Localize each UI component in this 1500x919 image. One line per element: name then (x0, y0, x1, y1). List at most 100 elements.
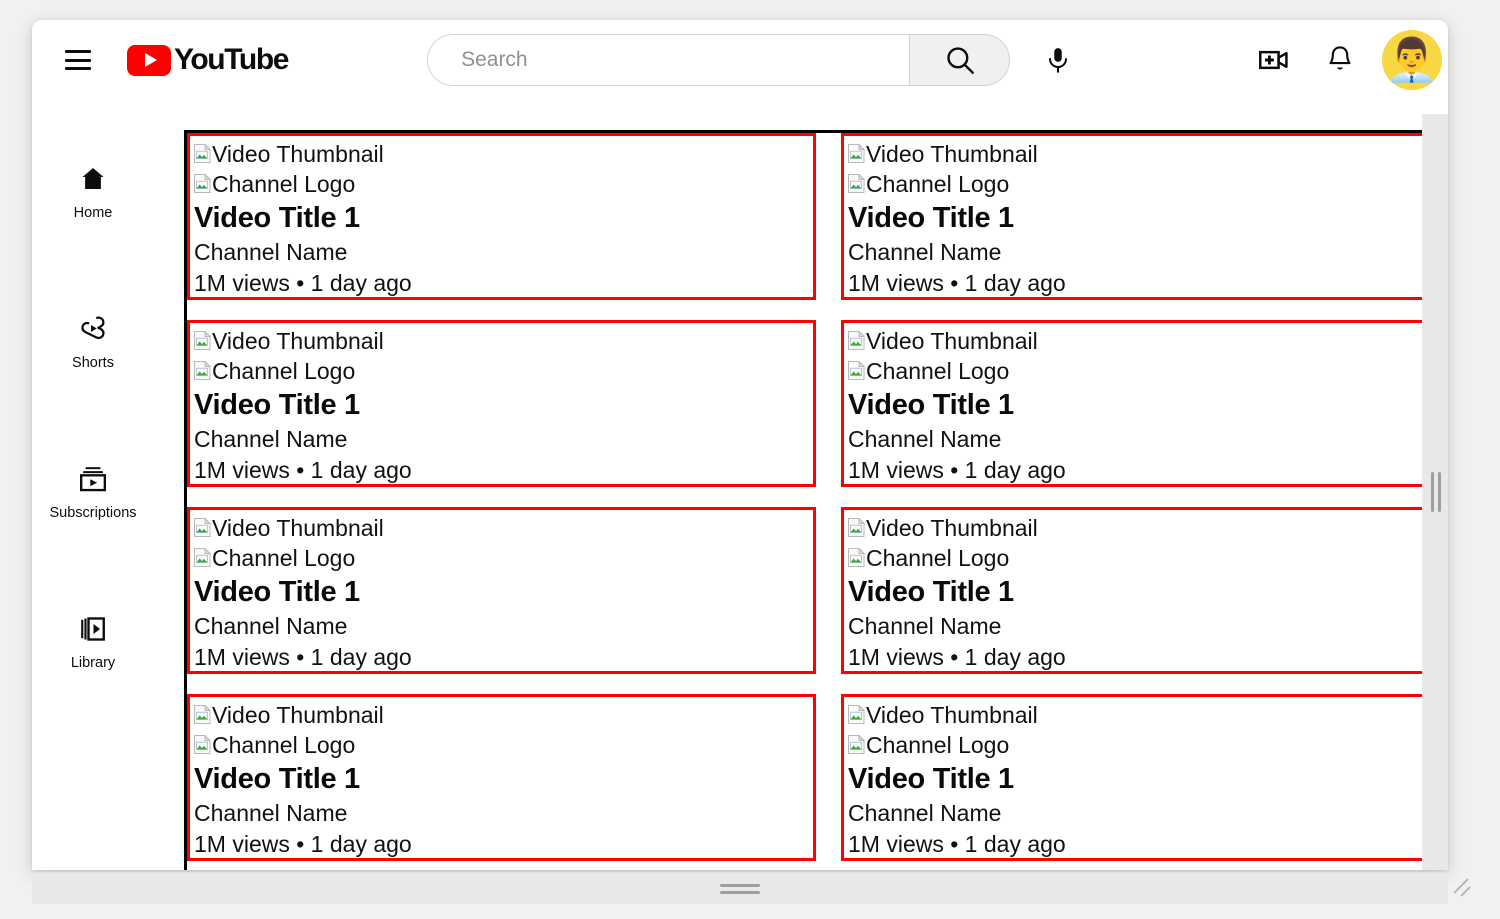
broken-image-icon (194, 518, 211, 537)
avatar[interactable]: 👨‍💼 (1382, 30, 1443, 90)
youtube-logo[interactable]: YouTube (127, 43, 289, 77)
grip-line (720, 890, 760, 894)
video-card[interactable]: Video Thumbnail Channel Logo Video Title… (187, 507, 816, 674)
video-title[interactable]: Video Title 1 (848, 761, 1448, 798)
video-card[interactable]: Video Thumbnail Channel Logo Video Title… (841, 694, 1448, 861)
search-input[interactable] (459, 47, 880, 73)
channel-logo-placeholder: Channel Logo (848, 356, 1448, 386)
channel-name[interactable]: Channel Name (194, 798, 809, 829)
channel-name[interactable]: Channel Name (848, 798, 1448, 829)
vertical-scrollbar[interactable] (1422, 114, 1448, 870)
broken-image-icon (848, 705, 865, 724)
channel-logo-alt-text: Channel Logo (212, 358, 356, 384)
search-bar (427, 34, 1011, 86)
search-icon (946, 47, 974, 74)
channel-name[interactable]: Channel Name (848, 237, 1448, 268)
video-meta: 1M views • 1 day ago (848, 644, 1066, 670)
video-card[interactable]: Video Thumbnail Channel Logo Video Title… (187, 694, 816, 861)
youtube-logo-text: YouTube (174, 43, 289, 76)
broken-image-icon (194, 361, 211, 380)
broken-image-icon (848, 548, 865, 567)
channel-name[interactable]: Channel Name (848, 424, 1448, 455)
browser-window: YouTube (32, 20, 1448, 870)
sidebar-item-label: Library (70, 655, 116, 671)
scrollbar-grip (720, 883, 760, 894)
sidebar-item-subscriptions[interactable]: Subscriptions (32, 462, 154, 534)
video-thumbnail-placeholder: Video Thumbnail (194, 139, 809, 169)
youtube-play-icon (127, 44, 171, 76)
sidebar-item-home[interactable]: Home (32, 162, 154, 234)
channel-logo-alt-text: Channel Logo (866, 732, 1010, 758)
thumbnail-alt-text: Video Thumbnail (866, 702, 1038, 728)
channel-name[interactable]: Channel Name (194, 237, 809, 268)
grip-line (1430, 472, 1434, 512)
channel-logo-placeholder: Channel Logo (848, 543, 1448, 573)
resize-grip[interactable] (1452, 874, 1480, 902)
channel-logo-alt-text: Channel Logo (212, 171, 356, 197)
channel-logo-alt-text: Channel Logo (866, 545, 1010, 571)
video-title[interactable]: Video Title 1 (848, 574, 1448, 611)
video-title[interactable]: Video Title 1 (194, 387, 809, 424)
video-thumbnail-placeholder: Video Thumbnail (848, 513, 1448, 543)
subscriptions-icon (77, 462, 109, 496)
broken-image-icon (194, 705, 211, 724)
broken-image-icon (848, 735, 865, 754)
grip-line (720, 883, 760, 887)
video-grid: Video Thumbnail Channel Logo Video Title… (187, 133, 1448, 861)
thumbnail-alt-text: Video Thumbnail (212, 328, 384, 354)
channel-name[interactable]: Channel Name (848, 611, 1448, 642)
voice-search-button[interactable] (1036, 38, 1080, 82)
video-card[interactable]: Video Thumbnail Channel Logo Video Title… (841, 133, 1448, 300)
video-title[interactable]: Video Title 1 (194, 761, 809, 798)
video-meta: 1M views • 1 day ago (848, 831, 1066, 857)
video-card[interactable]: Video Thumbnail Channel Logo Video Title… (187, 320, 816, 487)
video-meta: 1M views • 1 day ago (194, 831, 412, 857)
shorts-icon (78, 312, 108, 346)
grip-line (1437, 472, 1441, 512)
video-meta: 1M views • 1 day ago (194, 270, 412, 296)
video-thumbnail-placeholder: Video Thumbnail (194, 513, 809, 543)
video-grid-frame: Video Thumbnail Channel Logo Video Title… (184, 130, 1448, 870)
broken-image-icon (194, 735, 211, 754)
library-icon (78, 612, 108, 646)
broken-image-icon (194, 331, 211, 350)
video-card[interactable]: Video Thumbnail Channel Logo Video Title… (841, 507, 1448, 674)
video-title[interactable]: Video Title 1 (194, 574, 809, 611)
sidebar-item-shorts[interactable]: Shorts (32, 312, 154, 384)
search-field-container[interactable] (427, 34, 910, 86)
channel-logo-placeholder: Channel Logo (194, 730, 809, 760)
notifications-button[interactable] (1318, 38, 1362, 82)
video-meta: 1M views • 1 day ago (194, 457, 412, 483)
video-card[interactable]: Video Thumbnail Channel Logo Video Title… (841, 320, 1448, 487)
video-title[interactable]: Video Title 1 (848, 387, 1448, 424)
channel-logo-alt-text: Channel Logo (866, 358, 1010, 384)
search-button[interactable] (909, 34, 1011, 86)
hamburger-bar (65, 67, 91, 70)
sidebar-item-library[interactable]: Library (32, 612, 154, 684)
channel-logo-placeholder: Channel Logo (848, 169, 1448, 199)
channel-name[interactable]: Channel Name (194, 611, 809, 642)
video-title[interactable]: Video Title 1 (194, 200, 809, 237)
sidebar-item-label: Subscriptions (49, 505, 137, 521)
channel-name[interactable]: Channel Name (194, 424, 809, 455)
channel-logo-alt-text: Channel Logo (866, 171, 1010, 197)
video-thumbnail-placeholder: Video Thumbnail (194, 700, 809, 730)
video-card[interactable]: Video Thumbnail Channel Logo Video Title… (187, 133, 816, 300)
video-thumbnail-placeholder: Video Thumbnail (194, 326, 809, 356)
play-triangle (144, 53, 157, 67)
top-navigation-bar: YouTube (32, 20, 1448, 100)
channel-logo-alt-text: Channel Logo (212, 545, 356, 571)
notification-bell-icon (1329, 46, 1351, 70)
broken-image-icon (848, 174, 865, 193)
thumbnail-alt-text: Video Thumbnail (866, 328, 1038, 354)
horizontal-scrollbar[interactable] (32, 872, 1448, 904)
create-video-button[interactable] (1252, 38, 1296, 82)
thumbnail-alt-text: Video Thumbnail (212, 141, 384, 167)
sidebar-item-label: Shorts (72, 355, 114, 371)
scrollbar-grip (1430, 472, 1441, 512)
hamburger-bar (65, 50, 91, 53)
video-thumbnail-placeholder: Video Thumbnail (848, 139, 1448, 169)
video-meta: 1M views • 1 day ago (848, 270, 1066, 296)
video-title[interactable]: Video Title 1 (848, 200, 1448, 237)
hamburger-menu-icon[interactable] (65, 50, 91, 70)
